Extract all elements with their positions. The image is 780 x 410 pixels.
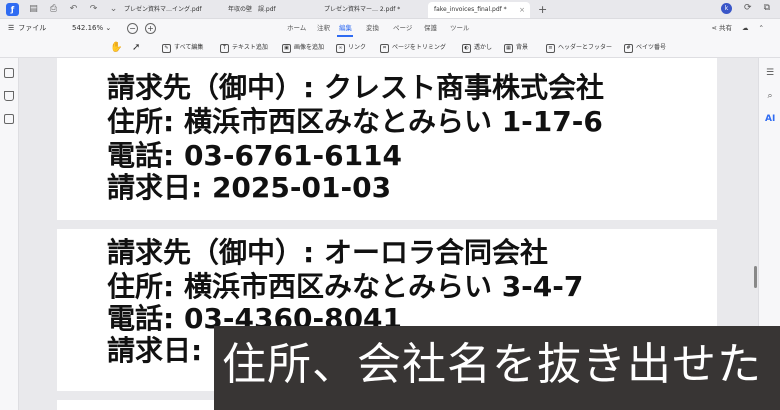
bates-number-icon: # <box>624 43 633 53</box>
tab-document-active[interactable]: fake_invoices_final.pdf * × <box>428 2 530 18</box>
tab-document-2[interactable]: 年収の壁 誤.pdf <box>222 2 312 18</box>
address-line: 住所: 横浜市西区みなとみらい 3-4-7 <box>107 270 584 303</box>
crop-page-button[interactable]: ⌗ ページをトリミング <box>380 41 446 55</box>
hand-tool-icon[interactable]: ✋ <box>110 41 122 55</box>
address-line: 住所: 横浜市西区みなとみらい 1-17-6 <box>107 105 603 138</box>
add-image-button[interactable]: ▣ 画像を追加 <box>282 41 324 55</box>
file-menu[interactable]: ☰ ファイル <box>8 19 46 38</box>
comment-icon[interactable] <box>4 114 14 124</box>
caption-overlay: 住所、会社名を抜き出せた <box>214 326 780 410</box>
search-icon[interactable]: ⌕ <box>765 91 775 101</box>
bill-to-line: 請求先（御中）: クレスト商事株式会社 <box>107 71 604 104</box>
zoom-out-icon[interactable]: − <box>127 23 138 34</box>
tab-label: プレゼン資料マ…イング.pdf <box>124 6 202 13</box>
share-label: 共有 <box>719 24 733 32</box>
properties-icon[interactable]: ☰ <box>765 68 775 78</box>
share-icon: ⋖ <box>711 24 717 32</box>
menu-bar: ☰ ファイル 542.16% ⌄ − + ホーム 注釈 編集 変換 ページ 保護 … <box>0 19 780 38</box>
add-text-button[interactable]: T テキスト追加 <box>220 41 268 55</box>
chevron-down-icon: ⌄ <box>105 24 112 32</box>
edit-all-icon: ✎ <box>162 43 171 53</box>
background-button[interactable]: ▦ 背景 <box>504 41 528 55</box>
pdf-editor-window: ƒ ▤ ⎙ ↶ ↷ ⌄ プレゼン資料マ…イング.pdf 年収の壁 誤.pdf プ… <box>0 0 780 410</box>
watermark-button[interactable]: ◐ 透かし <box>462 41 492 55</box>
close-tab-icon[interactable]: × <box>519 2 525 18</box>
bill-to-line: 請求先（御中）: オーロラ合同会社 <box>107 236 548 269</box>
edit-all-button[interactable]: ✎ すべて編集 <box>162 41 203 55</box>
invoice-date-line: 請求日: 2 <box>107 334 232 367</box>
ai-assistant-icon[interactable]: AI <box>765 114 775 124</box>
invoice-page-1: 請求先（御中）: クレスト商事株式会社 住所: 横浜市西区みなとみらい 1-17… <box>57 58 717 220</box>
tab-label: 年収の壁 誤.pdf <box>228 6 276 13</box>
select-tool-icon[interactable]: ➚ <box>132 41 140 55</box>
hamburger-icon: ☰ <box>8 24 15 32</box>
sync-icon[interactable]: ⟳ <box>744 3 752 14</box>
cloud-icon[interactable]: ☁ <box>742 19 749 38</box>
edit-toolbar: ✋ ➚ ✎ すべて編集 T テキスト追加 ▣ 画像を追加 ∞ リンク ⌗ ページをトリミン… <box>0 38 780 58</box>
active-tab-indicator <box>337 35 353 37</box>
add-text-icon: T <box>220 43 229 53</box>
background-icon: ▦ <box>504 43 513 53</box>
vertical-scrollbar[interactable] <box>754 266 757 288</box>
open-folder-icon[interactable]: ▤ <box>28 4 39 15</box>
tab-home[interactable]: ホーム <box>287 19 306 38</box>
tool-label: テキスト追加 <box>232 44 268 51</box>
tab-convert[interactable]: 変換 <box>366 19 379 38</box>
zoom-value: 542.16% <box>72 24 104 32</box>
tab-bar: ƒ ▤ ⎙ ↶ ↷ ⌄ プレゼン資料マ…イング.pdf 年収の壁 誤.pdf プ… <box>0 0 780 19</box>
tab-tools[interactable]: ツール <box>450 19 470 38</box>
crop-page-icon: ⌗ <box>380 43 389 53</box>
header-footer-button[interactable]: ≡ ヘッダーとフッター <box>546 41 612 55</box>
thumbnails-icon[interactable] <box>4 68 14 78</box>
app-logo-icon[interactable]: ƒ <box>6 2 19 16</box>
redo-icon[interactable]: ↷ <box>88 4 99 15</box>
collapse-icon[interactable]: ⌃ <box>759 19 764 38</box>
phone-line: 電話: 03-6761-6114 <box>107 139 403 172</box>
tool-label: すべて編集 <box>174 44 204 51</box>
tool-label: 透かし <box>474 44 493 51</box>
file-menu-label: ファイル <box>18 24 47 32</box>
link-button[interactable]: ∞ リンク <box>336 41 366 55</box>
tool-label: ベイツ番号 <box>636 44 667 51</box>
bookmark-icon[interactable] <box>4 91 14 101</box>
tool-label: 画像を追加 <box>294 44 325 51</box>
new-tab-button[interactable]: + <box>538 2 547 18</box>
tab-annotate[interactable]: 注釈 <box>317 19 330 38</box>
user-avatar[interactable]: k <box>721 3 733 14</box>
add-image-icon: ▣ <box>282 43 291 53</box>
window-restore-icon[interactable]: ⧉ <box>764 3 770 14</box>
zoom-dropdown[interactable]: 542.16% ⌄ <box>72 19 111 38</box>
bates-number-button[interactable]: # ベイツ番号 <box>624 41 666 55</box>
window-controls: k ⟳ ⧉ <box>721 3 770 14</box>
watermark-icon: ◐ <box>462 43 471 53</box>
left-sidebar <box>0 58 19 410</box>
print-icon[interactable]: ⎙ <box>48 4 59 15</box>
tool-label: リンク <box>348 44 367 51</box>
undo-icon[interactable]: ↶ <box>68 4 79 15</box>
share-area: ⋖ 共有 ☁ ⌃ <box>712 19 764 38</box>
tab-page[interactable]: ページ <box>393 19 412 38</box>
tool-label: 背景 <box>516 44 529 51</box>
tab-document-3[interactable]: プレゼン資料マー… 2.pdf * <box>318 2 418 18</box>
tab-document-1[interactable]: プレゼン資料マ…イング.pdf <box>118 2 218 18</box>
tool-label: ページをトリミング <box>392 44 446 51</box>
caption-text: 住所、会社名を抜き出せた <box>222 339 762 390</box>
tab-protect[interactable]: 保護 <box>424 19 437 38</box>
link-icon: ∞ <box>336 43 345 53</box>
zoom-in-icon[interactable]: + <box>145 23 156 34</box>
tab-label: fake_invoices_final.pdf * <box>434 6 507 13</box>
share-button[interactable]: ⋖ 共有 <box>712 19 733 38</box>
header-footer-icon: ≡ <box>546 43 555 53</box>
tab-label: プレゼン資料マー… 2.pdf * <box>324 6 401 13</box>
invoice-date-line: 請求日: 2025-01-03 <box>107 171 392 204</box>
tool-label: ヘッダーとフッター <box>558 44 613 51</box>
